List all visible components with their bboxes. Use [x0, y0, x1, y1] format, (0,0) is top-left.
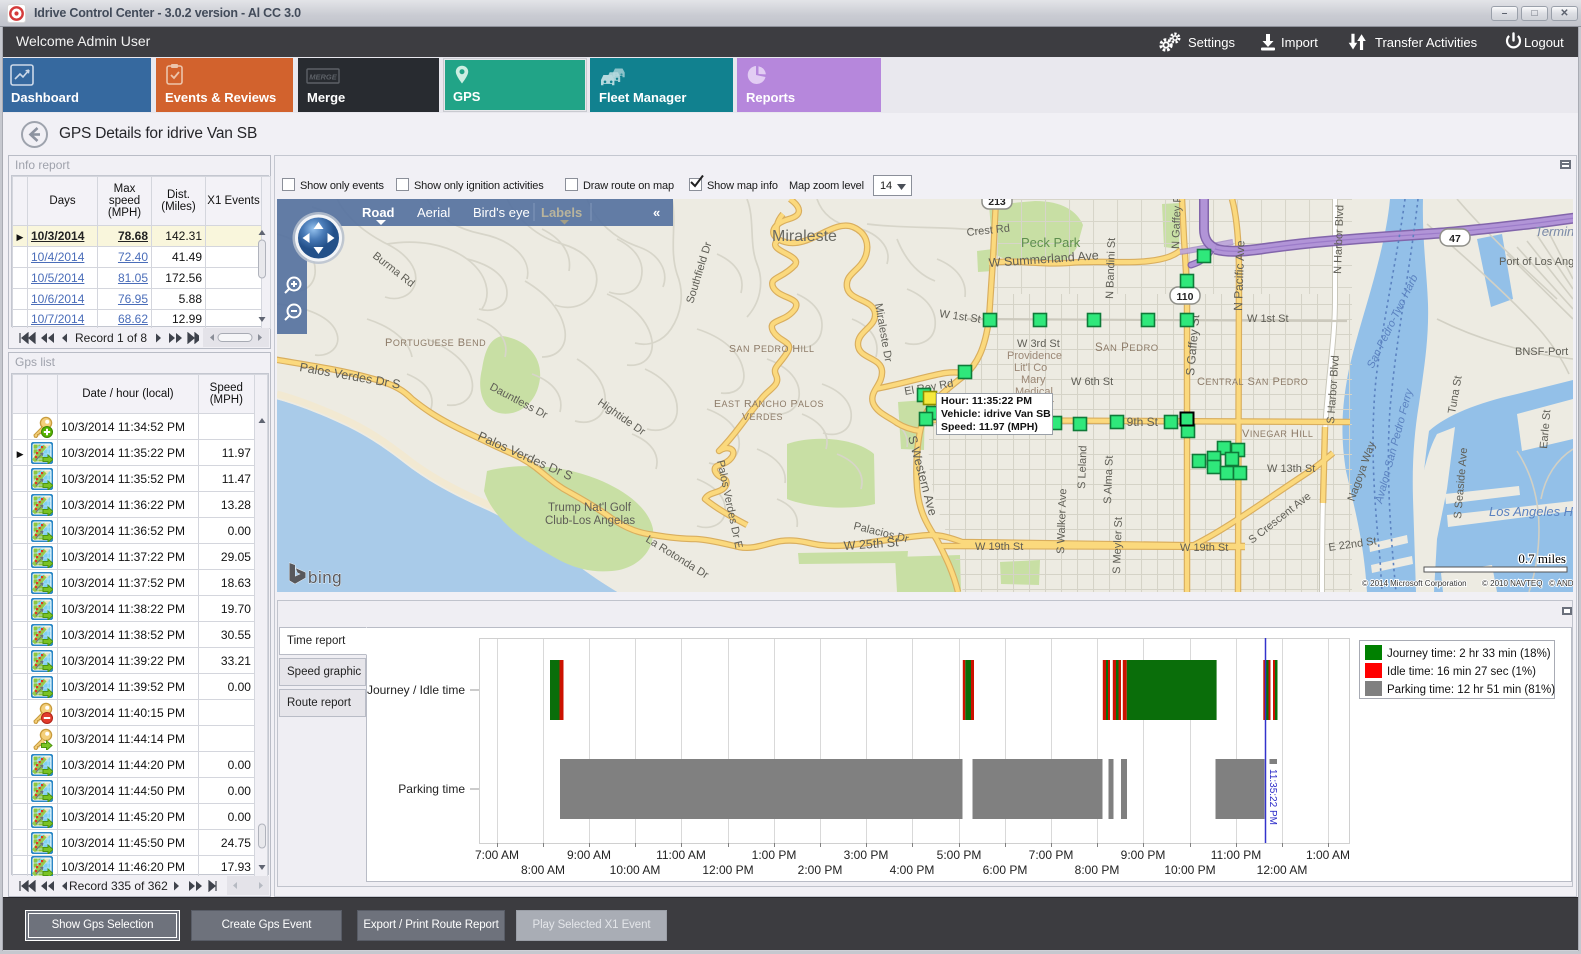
svg-text:5:00 PM: 5:00 PM: [937, 848, 982, 862]
svg-text:S Leland: S Leland: [1076, 445, 1090, 489]
svg-text:2:00 PM: 2:00 PM: [798, 863, 843, 877]
svg-text:© 2010 NAVTEQ: © 2010 NAVTEQ: [1482, 579, 1542, 588]
svg-text:4:00 PM: 4:00 PM: [890, 863, 935, 877]
svg-text:Speed: 11.97 (MPH): Speed: 11.97 (MPH): [941, 421, 1038, 433]
svg-text:Parking time: Parking time: [398, 782, 465, 796]
svg-text:N Bandini St: N Bandini St: [1104, 238, 1118, 300]
svg-text:11:00 PM: 11:00 PM: [1211, 848, 1261, 862]
svg-text:W 1st St: W 1st St: [1247, 313, 1289, 325]
svg-text:11:35:22 PM: 11:35:22 PM: [1267, 769, 1278, 825]
svg-text:12:00 PM: 12:00 PM: [702, 863, 753, 877]
svg-text:Vehicle: idrive Van SB: Vehicle: idrive Van SB: [941, 408, 1051, 420]
svg-text:BNSF-Port: BNSF-Port: [1515, 346, 1568, 358]
svg-text:Providence: Providence: [1007, 350, 1062, 362]
svg-text:8:00 AM: 8:00 AM: [521, 863, 565, 877]
svg-text:7:00 AM: 7:00 AM: [475, 848, 519, 862]
svg-text:Journey / Idle time: Journey / Idle time: [367, 683, 465, 697]
svg-text:W 3rd St: W 3rd St: [1017, 338, 1060, 350]
svg-text:3:00 PM: 3:00 PM: [844, 848, 889, 862]
svg-text:Journey time: 2 hr 33 min (18%: Journey time: 2 hr 33 min (18%): [1387, 648, 1551, 660]
svg-text:Miraleste: Miraleste: [772, 228, 837, 245]
svg-text:0.7 miles: 0.7 miles: [1518, 551, 1566, 566]
svg-text:8:00 PM: 8:00 PM: [1075, 863, 1120, 877]
svg-text:12:00 AM: 12:00 AM: [1257, 863, 1308, 877]
svg-text:6:00 PM: 6:00 PM: [983, 863, 1028, 877]
svg-text:W 19th St: W 19th St: [1180, 542, 1228, 554]
svg-text:W 19th St: W 19th St: [975, 541, 1023, 553]
svg-text:MERGE: MERGE: [309, 73, 338, 82]
svg-text:Mary: Mary: [1021, 374, 1046, 386]
svg-text:© 2014 Microsoft Corporation: © 2014 Microsoft Corporation: [1362, 579, 1467, 588]
svg-text:VERDES: VERDES: [742, 411, 783, 423]
svg-text:11:00 AM: 11:00 AM: [656, 848, 706, 862]
svg-text:9:00 AM: 9:00 AM: [567, 848, 611, 862]
svg-text:CENTRAL SAN PEDRO: CENTRAL SAN PEDRO: [1197, 376, 1308, 388]
svg-text:10:00 AM: 10:00 AM: [610, 863, 661, 877]
svg-text:SAN PEDRO HILL: SAN PEDRO HILL: [729, 343, 814, 355]
svg-text:Aerial: Aerial: [417, 205, 450, 220]
svg-text:S Meyler St: S Meyler St: [1111, 517, 1125, 574]
svg-text:© AND: © AND: [1549, 579, 1573, 588]
svg-text:Idle time: 16 min 27 sec (1%): Idle time: 16 min 27 sec (1%): [1387, 666, 1536, 678]
svg-text:N Harbor Blvd: N Harbor Blvd: [1332, 205, 1346, 274]
svg-text:Road: Road: [362, 205, 395, 220]
svg-text:Labels: Labels: [541, 205, 582, 220]
svg-text:Terminal Is: Terminal Is: [1535, 224, 1573, 239]
svg-text:213: 213: [988, 199, 1006, 208]
svg-text:1:00 PM: 1:00 PM: [752, 848, 797, 862]
svg-text:Port of Los Angel: Port of Los Angel: [1499, 256, 1573, 268]
svg-text:Los Angeles Harb: Los Angeles Harb: [1489, 504, 1573, 519]
svg-text:Club-Los Angelas: Club-Los Angelas: [545, 515, 635, 527]
svg-text:7:00 PM: 7:00 PM: [1029, 848, 1074, 862]
svg-text:SAN PEDRO: SAN PEDRO: [1095, 342, 1159, 354]
svg-text:N Pacific Ave: N Pacific Ave: [1231, 240, 1247, 311]
svg-text:bing: bing: [308, 568, 342, 587]
svg-text:EAST RANCHO PALOS: EAST RANCHO PALOS: [714, 398, 824, 410]
svg-text:Lit'l Co: Lit'l Co: [1014, 362, 1047, 374]
svg-text:110: 110: [1177, 291, 1194, 303]
svg-text:Trump Nat'l Golf: Trump Nat'l Golf: [548, 502, 632, 514]
svg-text:Parking time: 12 hr 51 min (81: Parking time: 12 hr 51 min (81%): [1387, 684, 1555, 696]
svg-text:Bird's eye: Bird's eye: [473, 205, 530, 220]
svg-text:10:00 PM: 10:00 PM: [1164, 863, 1215, 877]
svg-text:Hour: 11:35:22 PM: Hour: 11:35:22 PM: [941, 395, 1032, 407]
svg-text:PORTUGUESE BEND: PORTUGUESE BEND: [385, 337, 486, 349]
svg-text:«: «: [653, 205, 660, 220]
svg-text:1:00 AM: 1:00 AM: [1306, 848, 1350, 862]
svg-text:9:00 PM: 9:00 PM: [1121, 848, 1166, 862]
svg-text:N Gaffey Pl: N Gaffey Pl: [1170, 199, 1184, 249]
svg-text:W 6th St: W 6th St: [1071, 376, 1113, 388]
svg-text:47: 47: [1449, 233, 1461, 245]
svg-text:W 13th St: W 13th St: [1267, 463, 1315, 475]
svg-text:Peck Park: Peck Park: [1021, 235, 1081, 250]
svg-text:S Alma St: S Alma St: [1102, 455, 1116, 504]
svg-text:S Walker Ave: S Walker Ave: [1055, 488, 1069, 554]
svg-text:VINEGAR HILL: VINEGAR HILL: [1242, 428, 1313, 440]
